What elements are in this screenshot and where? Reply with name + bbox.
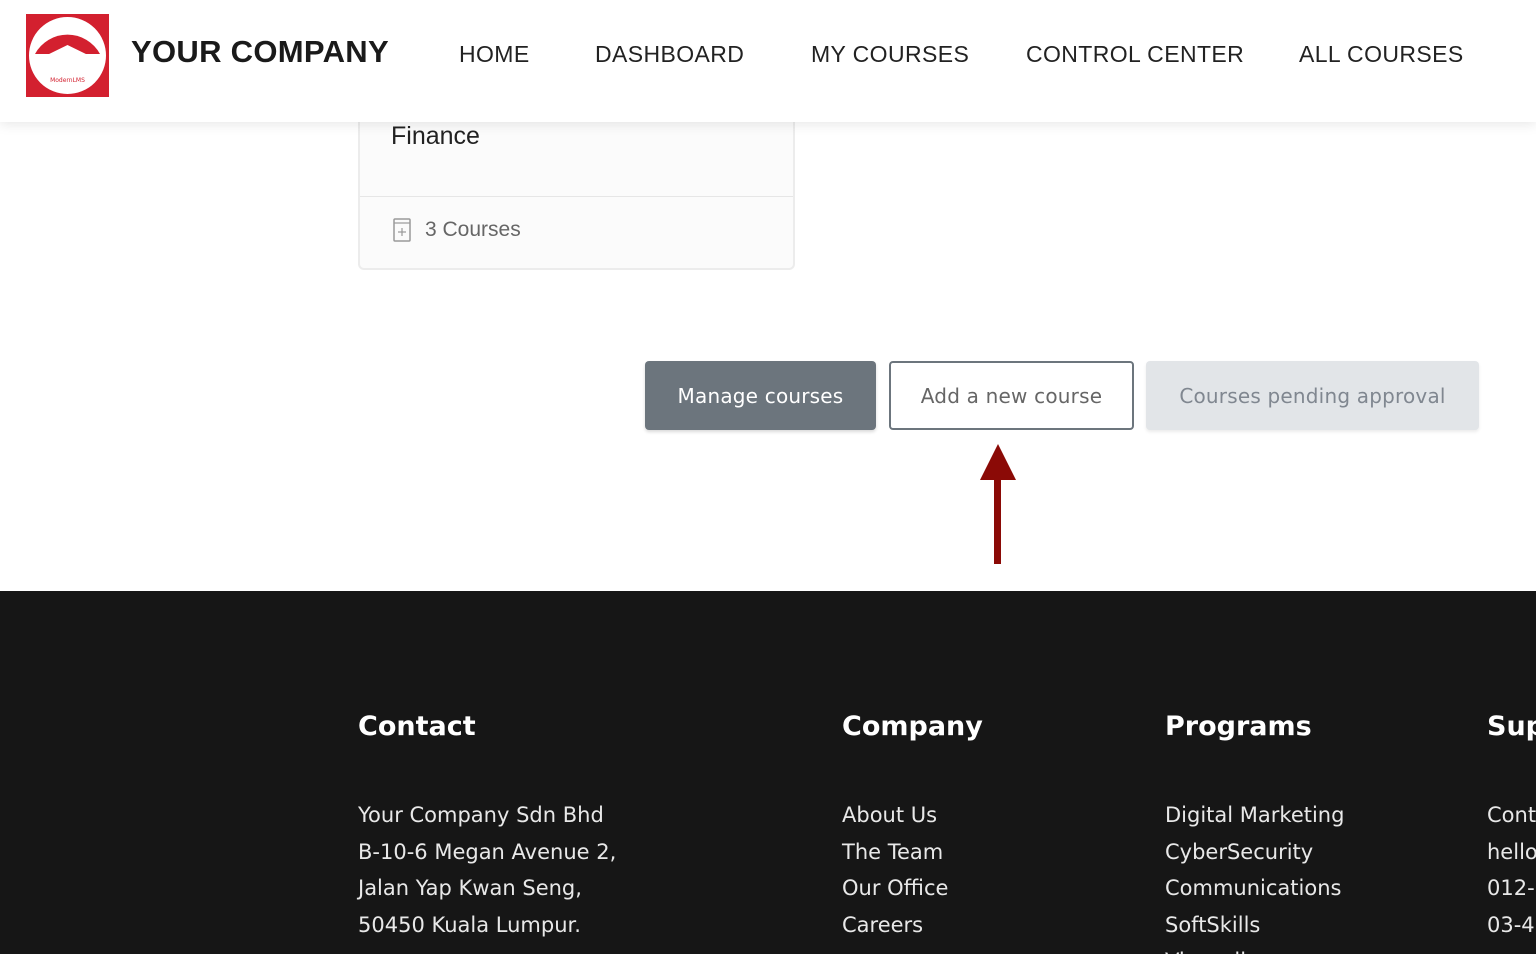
footer-programs-heading: Programs — [1165, 711, 1312, 742]
annotation-arrow-icon — [980, 444, 1016, 564]
footer-link-our-office[interactable]: Our Office — [842, 870, 948, 907]
nav-all-courses[interactable]: ALL COURSES — [1299, 41, 1464, 68]
footer-link-softskills[interactable]: SoftSkills — [1165, 907, 1344, 944]
footer-link-the-team[interactable]: The Team — [842, 834, 948, 871]
footer-link-communications[interactable]: Communications — [1165, 870, 1344, 907]
address-line: Jalan Yap Kwan Seng, — [358, 876, 582, 900]
course-count-label: 3 Courses — [425, 218, 521, 241]
footer-link-digital-marketing[interactable]: Digital Marketing — [1165, 797, 1344, 834]
nav-dashboard[interactable]: DASHBOARD — [595, 41, 744, 68]
footer-company-heading: Company — [842, 711, 983, 742]
category-card[interactable]: Finance 3 Courses — [358, 96, 795, 270]
footer-support-heading: Sup — [1487, 711, 1536, 742]
nav-control-center[interactable]: CONTROL CENTER — [1026, 41, 1244, 68]
address-line: B-10-6 Megan Avenue 2, — [358, 839, 617, 864]
company-name[interactable]: YOUR COMPANY — [131, 34, 389, 70]
course-book-icon — [393, 218, 411, 242]
card-divider — [360, 196, 793, 197]
site-footer: Contact Your Company Sdn Bhd B-10-6 Mega… — [0, 591, 1536, 954]
manage-courses-button[interactable]: Manage courses — [645, 361, 876, 430]
support-line[interactable]: 03-45 — [1487, 907, 1536, 944]
footer-contact-heading: Contact — [358, 711, 476, 742]
course-count: 3 Courses — [393, 216, 521, 244]
support-line[interactable]: 012-3 — [1487, 870, 1536, 907]
nav-home[interactable]: HOME — [459, 41, 530, 68]
footer-link-view-all[interactable]: View all — [1165, 943, 1344, 954]
support-line[interactable]: Cont — [1487, 797, 1536, 834]
nav-my-courses[interactable]: MY COURSES — [811, 41, 969, 68]
footer-link-cybersecurity[interactable]: CyberSecurity — [1165, 834, 1344, 871]
graduation-cap-icon: ModernLMS — [26, 14, 109, 97]
site-header: ModernLMS YOUR COMPANY HOME DASHBOARD MY… — [0, 0, 1536, 122]
footer-link-careers[interactable]: Careers — [842, 907, 948, 944]
footer-link-about-us[interactable]: About Us — [842, 797, 948, 834]
support-line[interactable]: hello — [1487, 834, 1536, 871]
courses-pending-approval-button[interactable]: Courses pending approval — [1146, 361, 1479, 430]
svg-text:ModernLMS: ModernLMS — [50, 77, 85, 84]
address-line: Your Company Sdn Bhd — [358, 803, 604, 827]
company-logo[interactable]: ModernLMS — [26, 14, 109, 97]
address-line: 50450 Kuala Lumpur. — [358, 912, 581, 937]
add-new-course-button[interactable]: Add a new course — [889, 361, 1134, 430]
category-title[interactable]: Finance — [391, 122, 480, 151]
